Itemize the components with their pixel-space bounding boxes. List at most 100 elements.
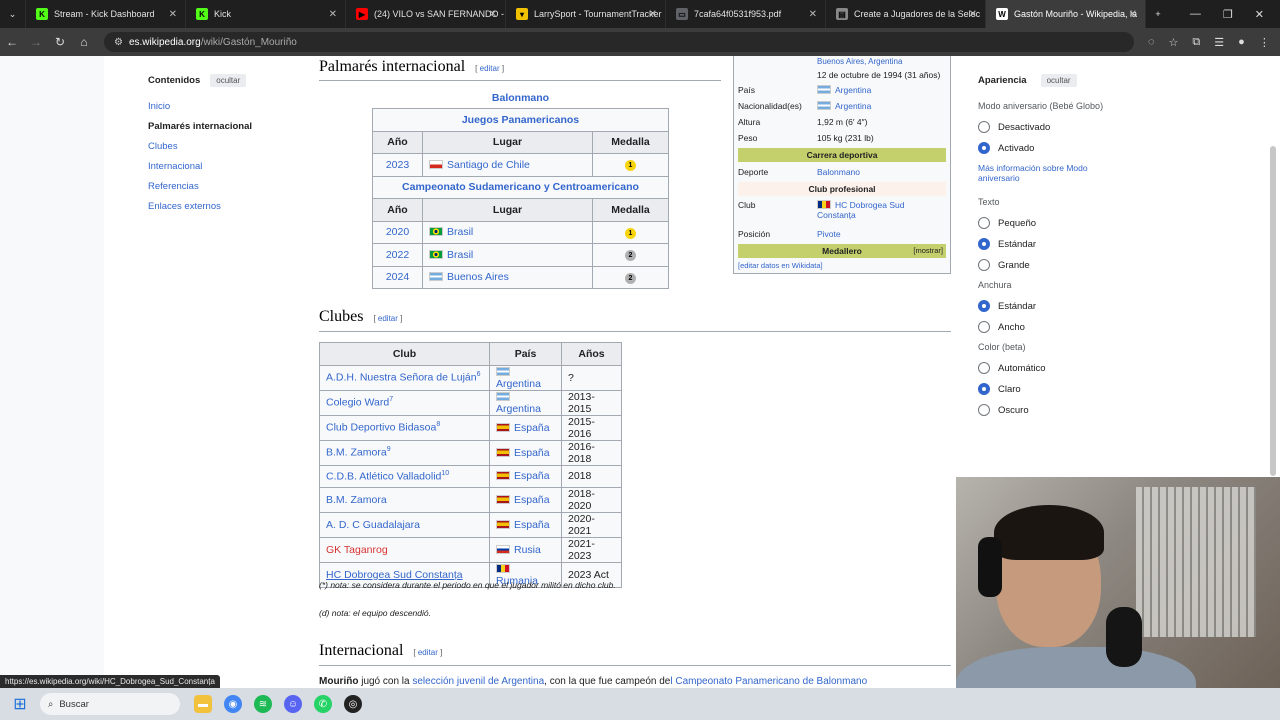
browser-tab[interactable]: ▾ LarrySport - TournamentTracker ✕ (506, 0, 666, 28)
radio-option[interactable]: Estándar (978, 238, 1128, 250)
forward-icon[interactable]: → (24, 35, 48, 49)
medal-year[interactable]: 2023 (372, 153, 423, 177)
country-link[interactable]: España (514, 519, 550, 531)
toc-item[interactable]: Internacional (148, 161, 298, 172)
infobox-value[interactable]: Argentina (835, 85, 871, 95)
appearance-hide-button[interactable]: ocultar (1040, 74, 1077, 87)
tab-close-icon[interactable]: ✕ (329, 9, 337, 20)
reference-sup[interactable]: 8 (436, 421, 440, 428)
discord-icon[interactable]: ☺ (284, 695, 302, 713)
radio-option[interactable]: Grande (978, 259, 1128, 271)
country-link[interactable]: Rusia (514, 544, 541, 556)
clubes-edit-link[interactable]: [ editar ] (373, 314, 402, 323)
radio-button[interactable] (978, 362, 990, 374)
birthplace-link[interactable]: Buenos Aires, Argentina (817, 58, 902, 66)
club-link[interactable]: Club Deportivo Bidasoa (326, 422, 436, 434)
eye-off-icon[interactable]: ◌ (1148, 36, 1155, 49)
infobox-value[interactable]: Argentina (835, 101, 871, 111)
panamericano-link[interactable]: l Campeonato Panamericano de Balonmano (670, 676, 867, 687)
toc-item[interactable]: Referencias (148, 181, 298, 192)
obs-icon[interactable]: ◎ (344, 695, 362, 713)
browser-tab[interactable]: K Kick ✕ (186, 0, 346, 28)
internacional-edit-link[interactable]: [ editar ] (413, 648, 442, 657)
club-link[interactable]: C.D.B. Atlético Valladolid (326, 471, 441, 483)
browser-tab[interactable]: ▶ (24) VILO vs SAN FERNANDO - ✕ (346, 0, 506, 28)
radio-option[interactable]: Oscuro (978, 404, 1128, 416)
minimize-icon[interactable]: — (1190, 8, 1201, 21)
tab-close-icon[interactable]: ✕ (489, 9, 497, 20)
radio-option[interactable]: Activado (978, 142, 1128, 154)
radio-button[interactable] (978, 238, 990, 250)
home-icon[interactable]: ⌂ (72, 35, 96, 49)
new-tab-button[interactable]: + (1146, 0, 1170, 28)
toc-item[interactable]: Clubes (148, 141, 298, 152)
club-link[interactable]: B.M. Zamora (326, 494, 387, 506)
medal-place-link[interactable]: Buenos Aires (447, 271, 509, 283)
medal-place-link[interactable]: Brasil (447, 249, 473, 261)
browser-tab[interactable]: K Stream - Kick Dashboard ✕ (26, 0, 186, 28)
radio-button[interactable] (978, 404, 990, 416)
club-link[interactable]: Colegio Ward (326, 397, 389, 409)
radio-button[interactable] (978, 300, 990, 312)
browser-tab[interactable]: W Gastón Mouriño - Wikipedia, la ✕ (986, 0, 1146, 28)
medal-place-link[interactable]: Brasil (447, 226, 473, 238)
club-link[interactable]: A.D.H. Nuestra Señora de Luján (326, 372, 477, 384)
maximize-icon[interactable]: ❐ (1223, 8, 1233, 21)
toc-item[interactable]: Enlaces externos (148, 201, 298, 212)
radio-button[interactable] (978, 259, 990, 271)
file-explorer-icon[interactable]: ▬ (194, 695, 212, 713)
bookmark-star-icon[interactable]: ☆ (1169, 36, 1179, 49)
tab-close-icon[interactable]: ✕ (169, 9, 177, 20)
radio-option[interactable]: Estándar (978, 300, 1128, 312)
medal-year[interactable]: 2020 (372, 220, 423, 244)
anniversary-more-link[interactable]: Más información sobre Modo aniversario (978, 163, 1128, 183)
radio-option[interactable]: Automático (978, 362, 1128, 374)
country-link[interactable]: Argentina (496, 378, 541, 390)
chrome-icon[interactable]: ◉ (224, 695, 242, 713)
wikidata-edit-link[interactable]: [editar datos en Wikidata] (734, 260, 950, 271)
reference-sup[interactable]: 7 (389, 396, 393, 403)
medal-year[interactable]: 2022 (372, 243, 423, 267)
club-link[interactable]: A. D. C Guadalajara (326, 519, 420, 531)
medallero-show-toggle[interactable]: [mostrar] (913, 244, 943, 258)
tab-close-icon[interactable]: ✕ (969, 9, 977, 20)
site-info-icon[interactable]: ⚙ (114, 37, 123, 48)
radio-button[interactable] (978, 121, 990, 133)
browser-tab[interactable]: ▭ 7cafa64f0531f953.pdf ✕ (666, 0, 826, 28)
juvenil-link[interactable]: selección juvenil de Argentina (412, 676, 544, 687)
competition-title[interactable]: Juegos Panamericanos (372, 108, 669, 132)
country-link[interactable]: Argentina (496, 403, 541, 415)
spotify-icon[interactable]: ≋ (254, 695, 272, 713)
page-scrollbar[interactable] (1270, 146, 1276, 476)
competition-title[interactable]: Campeonato Sudamericano y Centroamerican… (372, 175, 669, 199)
toc-item[interactable]: Palmarés internacional (148, 121, 298, 132)
close-window-icon[interactable]: ✕ (1255, 8, 1264, 21)
country-link[interactable]: España (514, 422, 550, 434)
radio-button[interactable] (978, 383, 990, 395)
radio-button[interactable] (978, 217, 990, 229)
browser-tab[interactable]: ▤ Create a Jugadores de la Selec ✕ (826, 0, 986, 28)
radio-button[interactable] (978, 142, 990, 154)
club-link[interactable]: B.M. Zamora (326, 447, 387, 459)
back-icon[interactable]: ← (0, 35, 24, 49)
extensions-icon[interactable]: ⧉ (1192, 36, 1200, 49)
medal-place-link[interactable]: Santiago de Chile (447, 159, 530, 171)
taskbar-search[interactable]: ⌕ Buscar (40, 693, 180, 715)
profile-avatar[interactable]: ● (1238, 36, 1245, 49)
club-link[interactable]: GK Taganrog (326, 544, 388, 556)
toc-item[interactable]: Inicio (148, 101, 298, 112)
radio-button[interactable] (978, 321, 990, 333)
reading-list-icon[interactable]: ☰ (1214, 36, 1224, 49)
toc-hide-button[interactable]: ocultar (210, 74, 247, 87)
radio-option[interactable]: Desactivado (978, 121, 1128, 133)
tab-close-icon[interactable]: ✕ (649, 9, 657, 20)
country-link[interactable]: España (514, 470, 550, 482)
radio-option[interactable]: Pequeño (978, 217, 1128, 229)
palmares-edit-link[interactable]: [ editar ] (475, 64, 504, 73)
url-input[interactable]: ⚙ es.wikipedia.org/wiki/Gastón_Mouriño (104, 32, 1134, 52)
sport-link[interactable]: Balonmano (372, 92, 669, 108)
menu-icon[interactable]: ⋮ (1259, 36, 1270, 49)
whatsapp-icon[interactable]: ✆ (314, 695, 332, 713)
medal-year[interactable]: 2024 (372, 265, 423, 289)
position-value-link[interactable]: Pivote (817, 229, 841, 239)
